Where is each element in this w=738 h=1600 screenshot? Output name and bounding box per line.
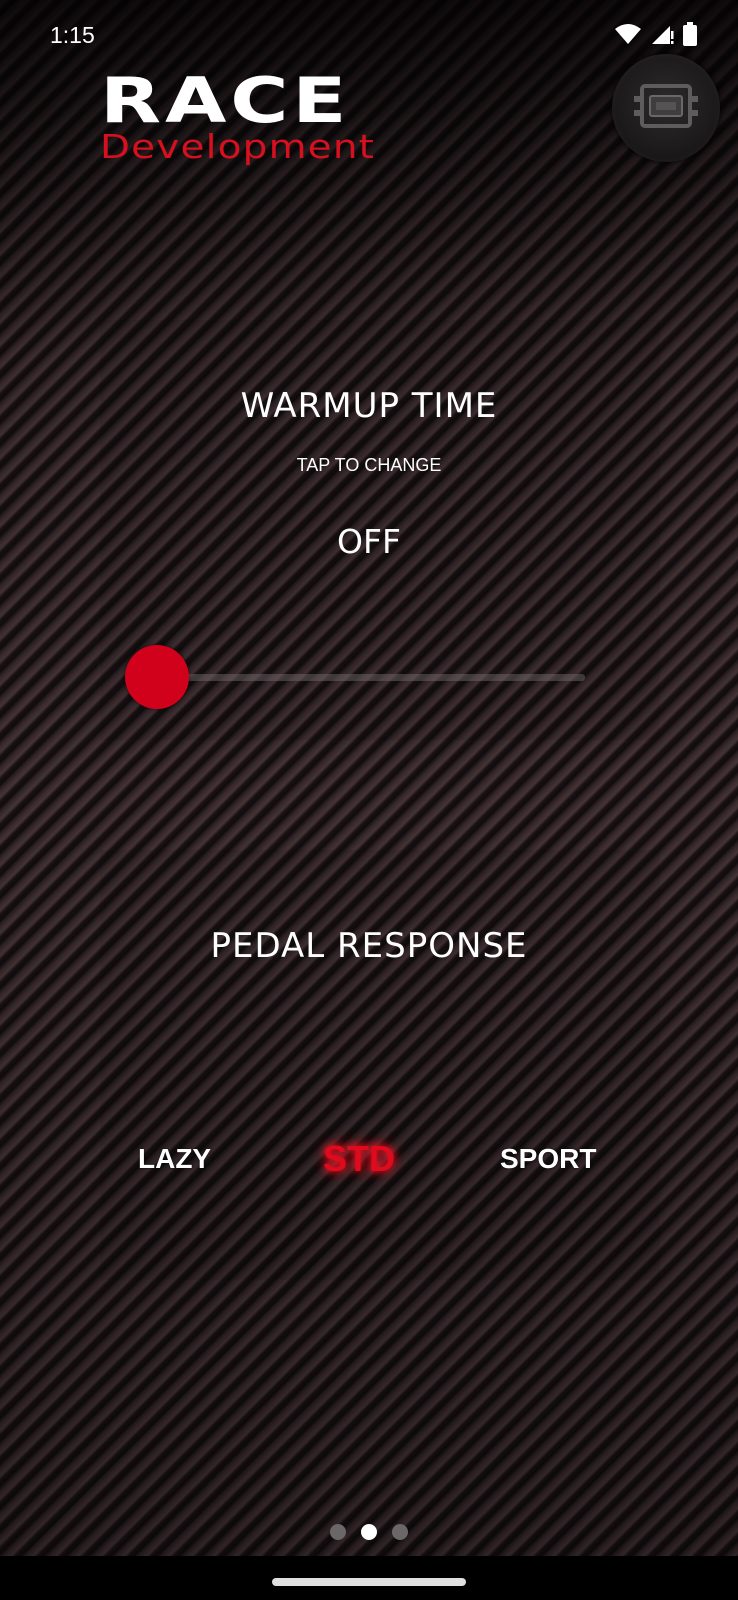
status-icons <box>614 22 698 50</box>
slider-thumb[interactable] <box>125 645 189 709</box>
pedal-mode-lazy[interactable]: LAZY <box>138 1143 211 1175</box>
wifi-icon <box>614 23 642 49</box>
pedal-mode-std[interactable]: STD <box>323 1138 395 1180</box>
tap-to-change-hint[interactable]: TAP TO CHANGE <box>0 455 738 476</box>
brand-logo: RACE Development <box>100 70 405 170</box>
page-indicator <box>330 1524 408 1540</box>
pedal-response-panel <box>100 850 660 1280</box>
warmup-slider[interactable] <box>125 645 585 709</box>
logo-race-text: RACE <box>100 64 351 137</box>
device-button[interactable] <box>612 54 720 162</box>
page-dot-1[interactable] <box>330 1524 346 1540</box>
page-dot-2[interactable] <box>361 1524 377 1540</box>
warmup-title: WARMUP TIME <box>240 386 498 426</box>
navigation-bar <box>0 1556 738 1600</box>
page-dot-3[interactable] <box>392 1524 408 1540</box>
app-screen: 1:15 RACE Development WARMUP TIME TAP TO… <box>0 0 738 1600</box>
pedal-mode-sport[interactable]: SPORT <box>500 1143 596 1175</box>
warmup-value[interactable]: OFF <box>0 522 738 561</box>
home-gesture-handle[interactable] <box>272 1578 466 1586</box>
logo-development-text: Development <box>100 127 376 166</box>
status-time: 1:15 <box>50 22 95 48</box>
signal-icon <box>650 23 674 49</box>
slider-track[interactable] <box>157 674 585 681</box>
status-bar: 1:15 <box>0 0 738 74</box>
ecu-chip-icon <box>634 80 698 136</box>
pedal-response-title: PEDAL RESPONSE <box>210 926 528 966</box>
battery-icon <box>682 22 698 50</box>
